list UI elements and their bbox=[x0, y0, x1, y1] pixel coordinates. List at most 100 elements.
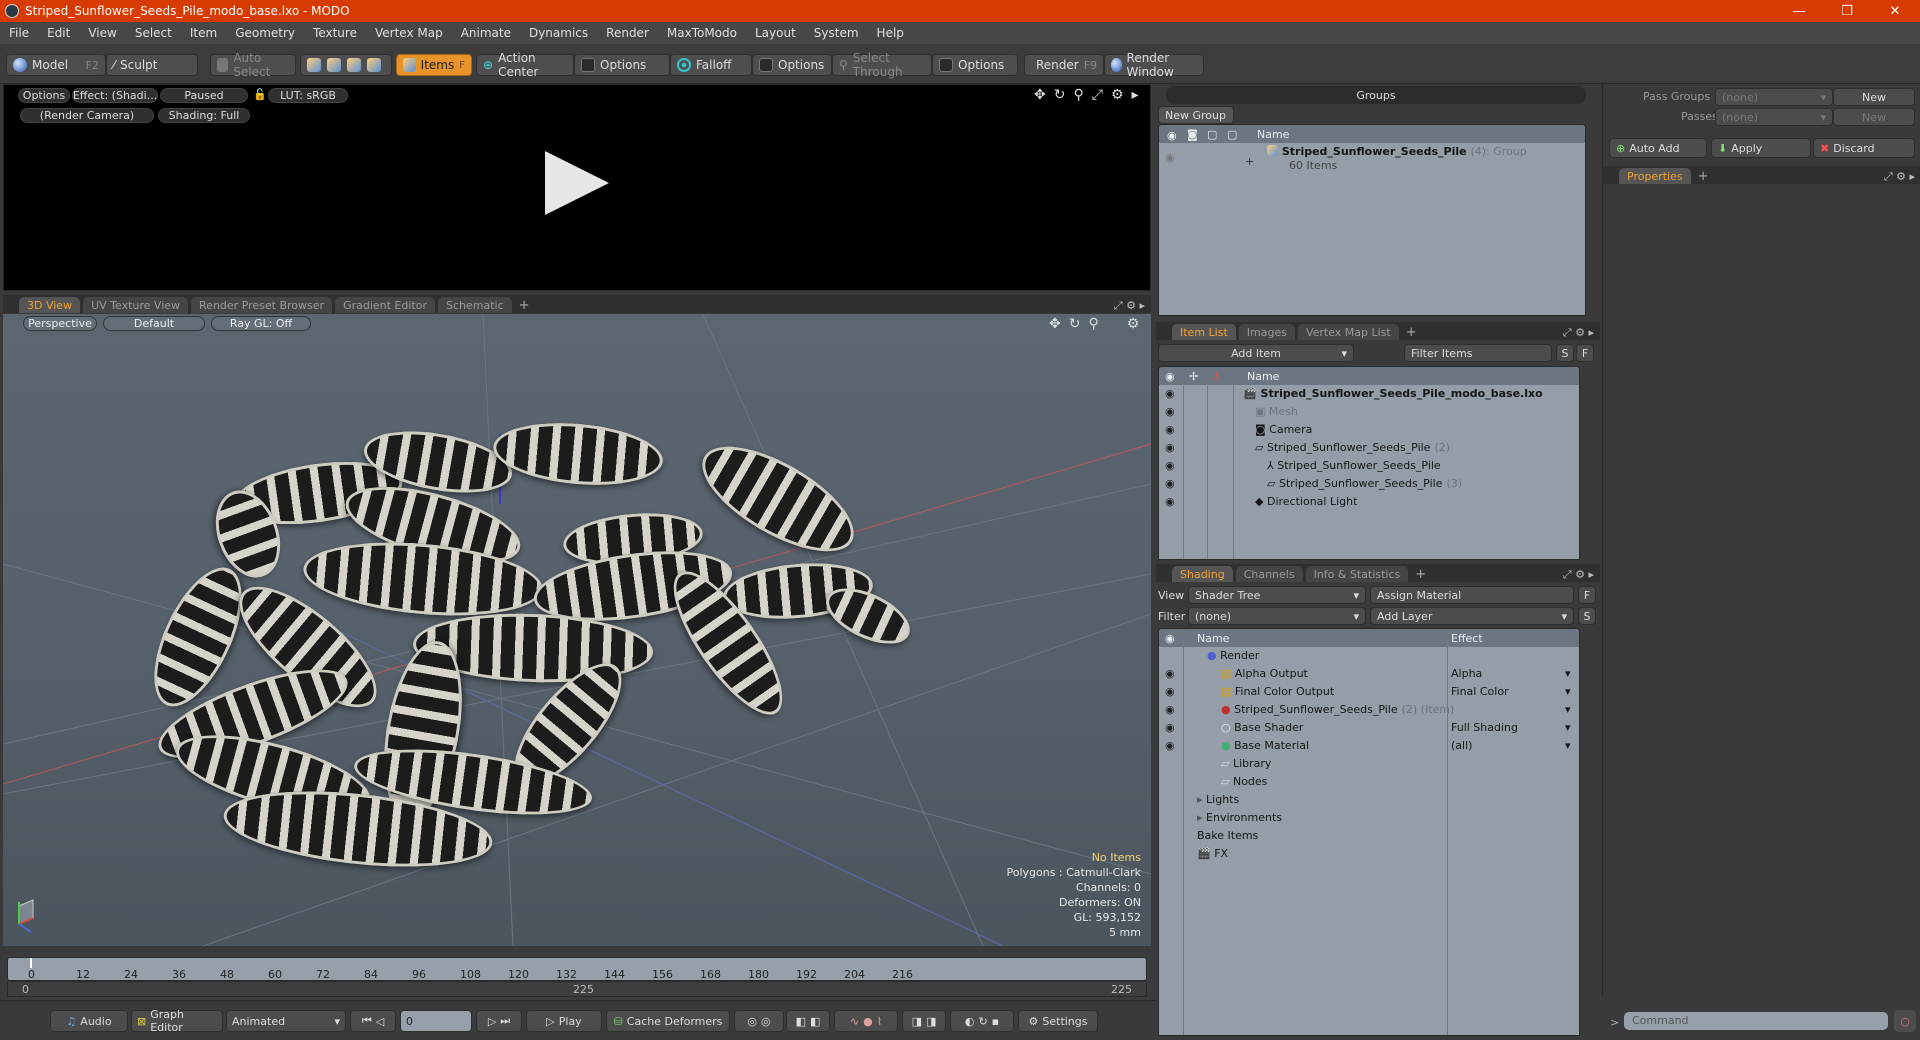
chevron-down-icon[interactable]: ▾ bbox=[1565, 739, 1571, 752]
key-tools-3[interactable]: ∿ ● ⌇ bbox=[834, 1010, 898, 1032]
menu-file[interactable]: File bbox=[0, 26, 38, 40]
falloff-options-button[interactable]: Options bbox=[752, 54, 832, 76]
paused-toggle[interactable]: Paused bbox=[160, 88, 248, 103]
shader-tree-row[interactable]: ▱ Nodes bbox=[1159, 773, 1579, 791]
shader-tree-row[interactable]: ● Render bbox=[1159, 647, 1579, 665]
graph-editor-button[interactable]: ⊠ Graph Editor bbox=[131, 1008, 223, 1034]
minimize-button[interactable]: — bbox=[1776, 0, 1822, 22]
last-frame-icon[interactable]: ⏭ bbox=[500, 1014, 510, 1028]
eye-icon[interactable]: ◉ bbox=[1165, 703, 1175, 716]
sculpt-mode-button[interactable]: ⁄ Sculpt bbox=[106, 54, 198, 76]
edges-mode-icon[interactable] bbox=[327, 58, 341, 72]
eye-icon[interactable]: ◉ bbox=[1165, 151, 1175, 164]
panel-options-icon[interactable]: ⤢ ⚙ ▸ bbox=[1114, 299, 1151, 313]
maximize-icon[interactable]: ⤢ bbox=[1092, 87, 1103, 103]
menu-maxtomodo[interactable]: MaxToModo bbox=[658, 26, 746, 40]
tab-shading[interactable]: Shading bbox=[1172, 566, 1233, 582]
gear-icon[interactable]: ⚙ bbox=[1111, 87, 1124, 103]
eye-icon[interactable]: ◉ bbox=[1165, 459, 1175, 472]
shader-tree-row[interactable]: ◉ ● Base Material (all) ▾ bbox=[1159, 737, 1579, 755]
menu-texture[interactable]: Texture bbox=[304, 26, 366, 40]
items-mode-button[interactable]: Items F bbox=[396, 54, 472, 76]
tab-render-preset-browser[interactable]: Render Preset Browser bbox=[191, 297, 333, 313]
select-through-options-button[interactable]: Options bbox=[932, 54, 1018, 76]
vertices-mode-icon[interactable] bbox=[307, 58, 321, 72]
playhead[interactable] bbox=[30, 958, 32, 968]
record-macro-icon[interactable]: ○ bbox=[1894, 1010, 1916, 1032]
tab-item-list[interactable]: Item List bbox=[1172, 324, 1236, 340]
eye-icon[interactable]: ◉ bbox=[1165, 721, 1175, 734]
tab-schematic[interactable]: Schematic bbox=[438, 297, 512, 313]
menu-system[interactable]: System bbox=[805, 26, 868, 40]
settings-button[interactable]: ⚙ Settings bbox=[1018, 1010, 1098, 1032]
cache-deformers-button[interactable]: ⛁ Cache Deformers bbox=[606, 1010, 730, 1032]
key-tools-5[interactable]: ◐ ↻ ▪ bbox=[950, 1010, 1014, 1032]
menu-animate[interactable]: Animate bbox=[452, 26, 520, 40]
shader-tree-row[interactable]: ◉ ▨ Alpha Output Alpha ▾ bbox=[1159, 665, 1579, 683]
restore-button[interactable]: ❐ bbox=[1824, 0, 1870, 22]
key-tools-4[interactable]: ◨ ◨ bbox=[902, 1010, 946, 1032]
item-list-row[interactable]: ◉ ▱ Striped_Sunflower_Seeds_Pile (2) bbox=[1159, 439, 1579, 457]
eye-icon[interactable]: ◉ bbox=[1165, 441, 1175, 454]
polygons-mode-icon[interactable] bbox=[347, 58, 361, 72]
shader-tree-row[interactable]: ◉ ▨ Final Color Output Final Color ▾ bbox=[1159, 683, 1579, 701]
next-last-key-buttons[interactable]: ▷ ⏭ bbox=[476, 1010, 522, 1032]
render-button[interactable]: Render F9 bbox=[1024, 54, 1104, 76]
chevron-down-icon[interactable]: ▾ bbox=[1565, 685, 1571, 698]
add-item-dropdown[interactable]: Add Item ▾ bbox=[1158, 344, 1354, 362]
menu-item[interactable]: Item bbox=[181, 26, 226, 40]
filter-s-button[interactable]: S bbox=[1556, 344, 1574, 362]
item-list-row[interactable]: ◉ ◙ Camera bbox=[1159, 421, 1579, 439]
shader-tree-row[interactable]: ▱ Library bbox=[1159, 755, 1579, 773]
zoom-icon[interactable]: ⚲ bbox=[1073, 87, 1083, 103]
animated-dropdown[interactable]: Animated ▾ bbox=[226, 1010, 346, 1032]
play-button[interactable]: ▷ Play bbox=[526, 1010, 602, 1032]
shader-tree-row[interactable]: ◉ ○ Base Shader Full Shading ▾ bbox=[1159, 719, 1579, 737]
eye-icon[interactable]: ◉ bbox=[1165, 667, 1175, 680]
render-options-button[interactable]: Options bbox=[18, 88, 70, 103]
eye-icon[interactable]: ◉ bbox=[1165, 387, 1175, 400]
item-list-row[interactable]: ◉ ▱ Striped_Sunflower_Seeds_Pile (3) bbox=[1159, 475, 1579, 493]
assign-material-button[interactable]: Assign Material bbox=[1370, 586, 1574, 604]
shader-tree-row[interactable]: ▸ Environments bbox=[1159, 809, 1579, 827]
new-group-button[interactable]: New Group bbox=[1158, 106, 1234, 124]
shader-tree-row[interactable]: Bake Items bbox=[1159, 827, 1579, 845]
audio-button[interactable]: ♫ Audio bbox=[50, 1010, 128, 1032]
expand-plus-icon[interactable]: + bbox=[1245, 155, 1254, 168]
menu-layout[interactable]: Layout bbox=[746, 26, 805, 40]
falloff-button[interactable]: Falloff bbox=[670, 54, 752, 76]
first-frame-icon[interactable]: ⏮ bbox=[362, 1014, 372, 1028]
menu-dynamics[interactable]: Dynamics bbox=[520, 26, 597, 40]
chevron-down-icon[interactable]: ▾ bbox=[1565, 667, 1571, 680]
arrow-right-icon[interactable]: ▸ bbox=[1132, 87, 1139, 103]
select-through-button[interactable]: ⚲ Select Through bbox=[832, 51, 932, 79]
new-pass-group-button[interactable]: New bbox=[1833, 88, 1915, 106]
shader-effect-value[interactable]: (all) bbox=[1451, 739, 1472, 752]
panel-options-icon[interactable]: ⤢ ⚙ ▸ bbox=[1563, 326, 1600, 340]
rotate-icon[interactable]: ↻ bbox=[1054, 87, 1066, 103]
shader-tree-row[interactable]: ▸ Lights bbox=[1159, 791, 1579, 809]
chevron-down-icon[interactable]: ▾ bbox=[1565, 721, 1571, 734]
shader-tree-row[interactable]: 🎬 FX bbox=[1159, 845, 1579, 863]
timeline-range-bar[interactable]: 0 225 225 bbox=[7, 981, 1147, 997]
frame-input[interactable]: 0 bbox=[400, 1010, 472, 1032]
panel-options-icon[interactable]: ⤢ ⚙ ▸ bbox=[1884, 170, 1920, 184]
materials-mode-icon[interactable] bbox=[367, 58, 381, 72]
eye-icon[interactable]: ◉ bbox=[1165, 685, 1175, 698]
tab-gradient-editor[interactable]: Gradient Editor bbox=[335, 297, 435, 313]
lock-icon[interactable]: 🔓 bbox=[253, 88, 267, 101]
eye-icon[interactable]: ◉ bbox=[1165, 477, 1175, 490]
group-row[interactable]: ◉ + Striped_Sunflower_Seeds_Pile (4): Gr… bbox=[1159, 143, 1585, 173]
filter-items-input[interactable]: Filter Items bbox=[1404, 344, 1552, 362]
menu-vertex-map[interactable]: Vertex Map bbox=[366, 26, 452, 40]
next-key-icon[interactable]: ▷ bbox=[488, 1015, 496, 1028]
item-list-row[interactable]: ◉ ◆ Directional Light bbox=[1159, 493, 1579, 511]
shader-effect-value[interactable]: Alpha bbox=[1451, 667, 1482, 680]
menu-edit[interactable]: Edit bbox=[38, 26, 79, 40]
eye-icon[interactable]: ◉ bbox=[1165, 423, 1175, 436]
auto-select-button[interactable]: Auto Select bbox=[210, 51, 296, 79]
item-list-row[interactable]: ◉ ▣ Mesh bbox=[1159, 403, 1579, 421]
chevron-down-icon[interactable]: ▾ bbox=[1565, 703, 1571, 716]
filter-f-button[interactable]: F bbox=[1576, 344, 1594, 362]
model-mode-button[interactable]: Model F2 bbox=[6, 54, 106, 76]
